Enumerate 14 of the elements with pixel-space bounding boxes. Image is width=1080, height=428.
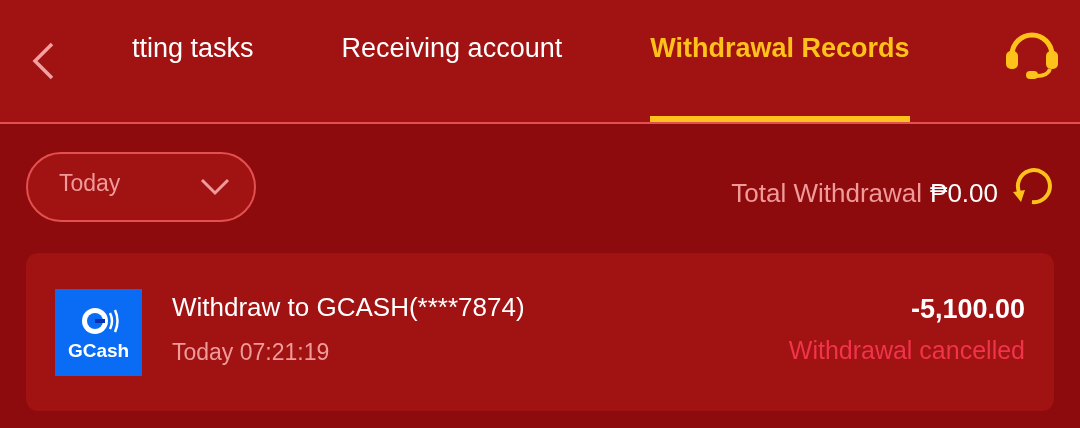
tab[interactable]: Receiving account (341, 0, 563, 122)
record-amount: -5,100.00 (910, 293, 1025, 326)
total-withdrawal-label: Total Withdrawal (731, 176, 923, 210)
logo-text: GCash (67, 340, 130, 360)
total-withdrawal-amount: ₱0.00 (930, 176, 998, 210)
tab[interactable]: tting tasks (132, 0, 254, 122)
tab[interactable]: Withdrawal Records (650, 0, 910, 122)
record-title: Withdraw to GCASH(****7874) (172, 291, 525, 325)
back-icon[interactable] (30, 41, 56, 81)
chevron-down-icon (200, 178, 230, 196)
record-card[interactable]: GCash Withdraw to GCASH(****7874) Today 07:21:19 -5,100.00 Withdrawal cancelled (26, 253, 1054, 411)
date-filter-dropdown[interactable]: Today (26, 152, 256, 222)
record-time: Today 07:21:19 (172, 338, 331, 368)
record-status: Withdrawal cancelled (788, 334, 1025, 366)
